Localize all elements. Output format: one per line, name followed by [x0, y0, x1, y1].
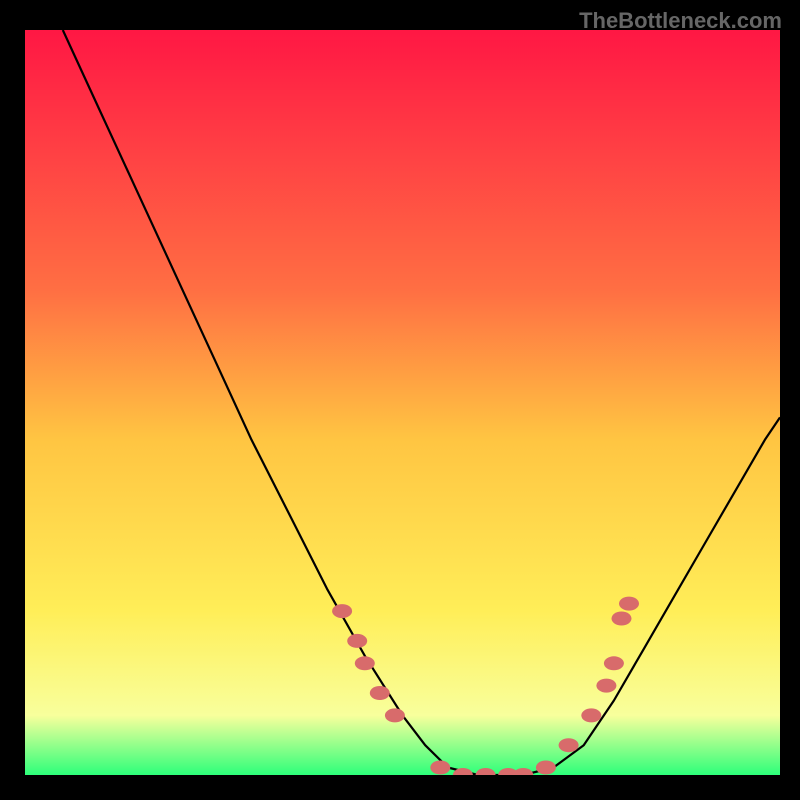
marker-point	[612, 612, 632, 626]
chart-frame: TheBottleneck.com	[0, 0, 800, 800]
marker-point	[604, 656, 624, 670]
marker-point	[347, 634, 367, 648]
watermark-label: TheBottleneck.com	[579, 8, 782, 34]
marker-point	[596, 679, 616, 693]
marker-point	[536, 761, 556, 775]
marker-point	[430, 761, 450, 775]
marker-point	[619, 597, 639, 611]
marker-point	[332, 604, 352, 618]
plot-area	[25, 30, 780, 775]
marker-point	[559, 738, 579, 752]
marker-point	[581, 708, 601, 722]
chart-svg	[25, 30, 780, 775]
marker-point	[355, 656, 375, 670]
marker-point	[370, 686, 390, 700]
gradient-background	[25, 30, 780, 775]
marker-point	[385, 708, 405, 722]
